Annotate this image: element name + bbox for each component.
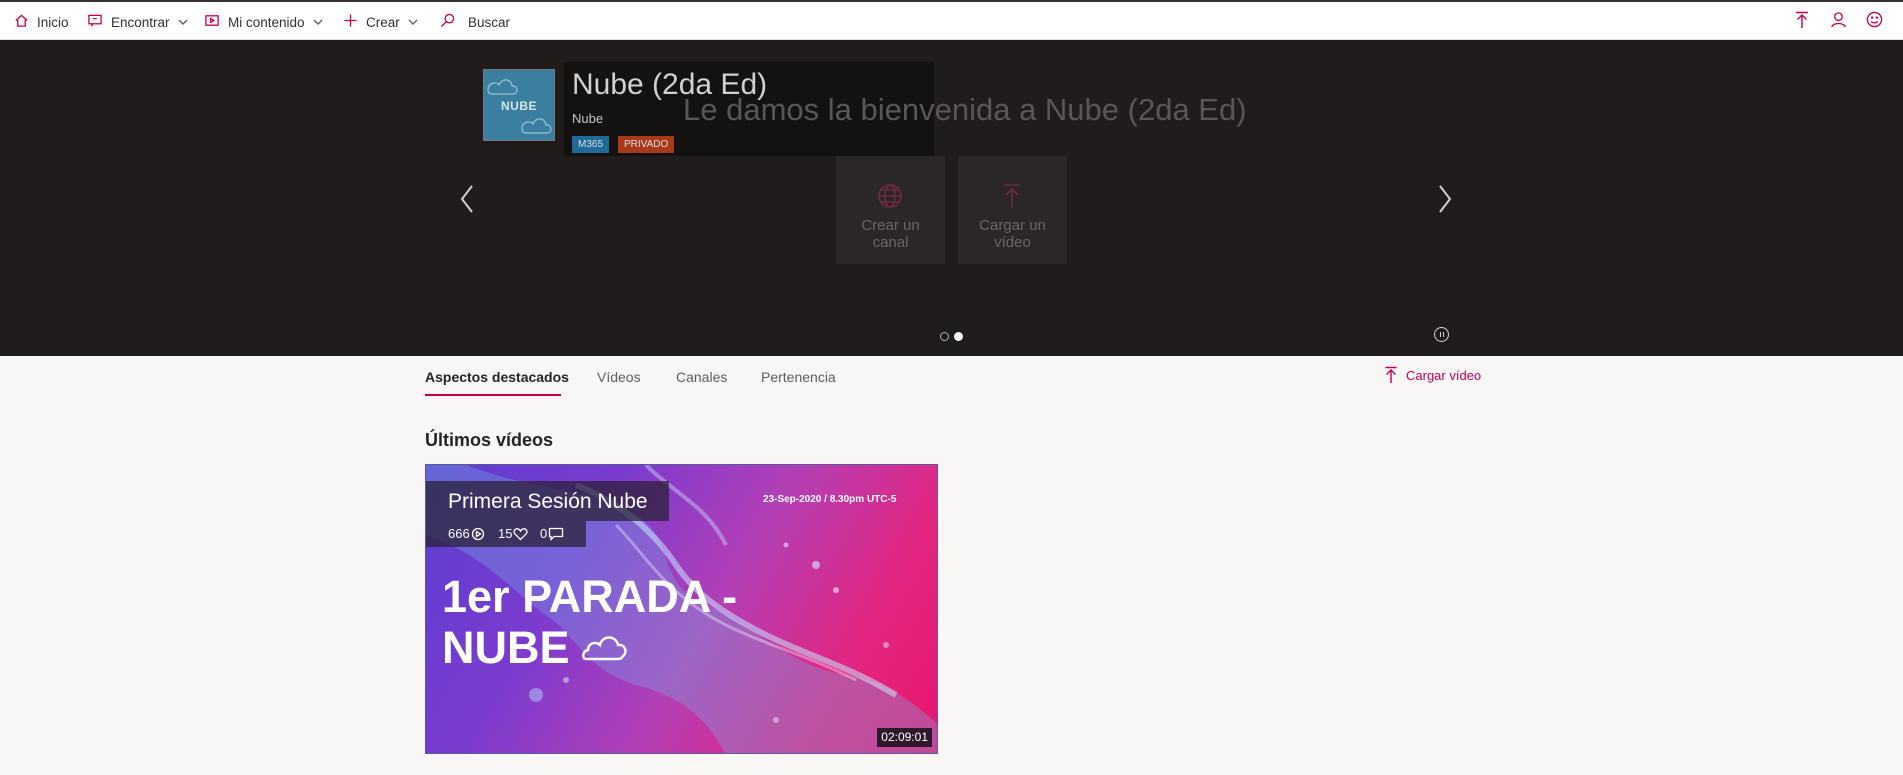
tab-channels[interactable]: Canales: [676, 369, 727, 385]
globe-icon: [878, 184, 902, 208]
channel-logo: NUBE: [483, 69, 555, 141]
nav-home[interactable]: Inicio: [14, 10, 69, 34]
person-icon[interactable]: [1830, 11, 1850, 31]
carousel-dot-1[interactable]: [940, 332, 949, 341]
latest-videos-heading: Últimos vídeos: [425, 430, 554, 450]
chevron-down-icon: [178, 15, 188, 30]
home-icon: [14, 13, 29, 31]
nav-discover[interactable]: Encontrar: [87, 10, 188, 34]
carousel-dot-2[interactable]: [954, 332, 963, 341]
upload-icon[interactable]: [1794, 11, 1814, 31]
m365-badge: M365: [572, 136, 610, 153]
carousel-next-button[interactable]: [1433, 181, 1457, 217]
tab-membership[interactable]: Pertenencia: [761, 369, 836, 385]
tab-highlights[interactable]: Aspectos destacados: [425, 369, 569, 385]
channel-subtitle: Nube: [572, 111, 604, 126]
likes-count: 15: [498, 526, 528, 541]
video-title-box: Primera Sesión Nube: [426, 481, 669, 521]
upload-icon: [1004, 184, 1020, 208]
upload-video-label: Cargar un vídeo: [979, 217, 1046, 251]
thumbnail-headline: 1er PARADA - NUBE: [442, 571, 738, 673]
welcome-text: Le damos la bienvenida a Nube (2da Ed): [683, 92, 1247, 127]
upload-video-link[interactable]: Cargar vídeo: [1384, 366, 1481, 384]
chevron-down-icon: [408, 15, 418, 30]
plus-icon: [343, 13, 358, 31]
tab-videos[interactable]: Vídeos: [597, 369, 641, 385]
video-stats: 666 15 0: [426, 521, 586, 547]
nav-my-content[interactable]: Mi contenido: [204, 10, 323, 34]
carousel-prev-button[interactable]: [455, 181, 479, 217]
video-card[interactable]: Primera Sesión Nube 666 15 0 23-Sep-2020…: [425, 464, 938, 754]
cloud-icon: [581, 635, 627, 660]
views-count: 666: [448, 526, 485, 541]
nav-discover-label: Encontrar: [111, 14, 170, 30]
upload-video-button[interactable]: Cargar un vídeo: [958, 156, 1067, 264]
video-date: 23-Sep-2020 / 8.30pm UTC-5: [763, 494, 897, 505]
top-nav: Inicio Encontrar Mi contenido Crear Busc…: [0, 0, 1903, 40]
upload-icon: [1385, 366, 1397, 383]
chevron-down-icon: [313, 15, 323, 30]
discover-icon: [87, 13, 103, 31]
nav-home-label: Inicio: [37, 14, 69, 30]
private-badge: PRIVADO: [618, 136, 675, 153]
pause-icon[interactable]: [1434, 327, 1449, 342]
active-tab-indicator: [425, 394, 561, 396]
smiley-icon[interactable]: [1866, 11, 1886, 31]
chevron-right-icon: [1439, 185, 1452, 213]
video-title: Primera Sesión Nube: [448, 490, 648, 513]
upload-video-link-label: Cargar vídeo: [1406, 367, 1482, 383]
search-icon: [440, 13, 455, 31]
video-icon: [204, 13, 220, 31]
nav-search[interactable]: Buscar: [440, 10, 510, 34]
heart-icon: [513, 527, 528, 540]
comments-count: 0: [540, 526, 564, 541]
hero-banner: NUBE Nube (2da Ed) Nube M365 PRIVADO Le …: [0, 40, 1903, 356]
create-channel-button[interactable]: Crear un canal: [836, 156, 945, 264]
nav-create[interactable]: Crear: [343, 10, 418, 34]
nav-my-content-label: Mi contenido: [228, 14, 305, 30]
create-channel-label: Crear un canal: [861, 217, 920, 251]
play-icon: [471, 527, 484, 540]
logo-text: NUBE: [500, 99, 537, 113]
video-duration: 02:09:01: [877, 728, 932, 747]
nav-create-label: Crear: [366, 14, 400, 30]
chevron-left-icon: [460, 185, 473, 213]
search-input[interactable]: Buscar: [468, 15, 510, 30]
comment-icon: [549, 527, 564, 541]
